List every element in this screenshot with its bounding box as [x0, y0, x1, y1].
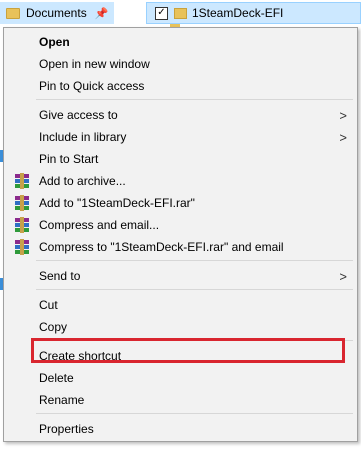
menu-item-add-to-rar[interactable]: Add to "1SteamDeck-EFI.rar" — [6, 192, 355, 214]
menu-item-label: Delete — [39, 371, 74, 385]
nav-item-documents[interactable]: Documents 📌 — [0, 2, 114, 24]
menu-item-label: Send to — [39, 269, 81, 283]
chevron-right-icon: > — [339, 268, 347, 284]
winrar-icon — [15, 173, 29, 189]
context-menu: Open Open in new window Pin to Quick acc… — [3, 27, 358, 442]
delete-highlight-box — [31, 338, 345, 363]
menu-item-label: Properties — [39, 422, 94, 436]
winrar-icon — [15, 239, 29, 255]
folder-icon — [6, 7, 20, 19]
menu-item-label: Cut — [39, 298, 58, 312]
menu-item-include-in-library[interactable]: Include in library > — [6, 126, 355, 148]
menu-item-label: Give access to — [39, 108, 118, 122]
menu-item-label: Pin to Start — [39, 152, 99, 166]
menu-item-add-to-archive[interactable]: Add to archive... — [6, 170, 355, 192]
menu-item-label: Compress and email... — [39, 218, 160, 232]
menu-item-send-to[interactable]: Send to > — [6, 265, 355, 287]
menu-item-label: Add to "1SteamDeck-EFI.rar" — [39, 196, 195, 210]
file-item-label: 1SteamDeck-EFI — [192, 6, 284, 20]
menu-separator — [36, 260, 353, 261]
menu-item-label: Open in new window — [39, 57, 150, 71]
menu-item-compress-and-email[interactable]: Compress and email... — [6, 214, 355, 236]
menu-item-cut[interactable]: Cut — [6, 294, 355, 316]
pin-icon: 📌 — [94, 7, 109, 20]
menu-separator — [36, 99, 353, 100]
menu-item-label: Add to archive... — [39, 174, 126, 188]
menu-item-open[interactable]: Open — [6, 31, 355, 53]
checkbox[interactable]: ✓ — [155, 6, 168, 20]
chevron-right-icon: > — [339, 129, 347, 145]
menu-item-label: Include in library — [39, 130, 127, 144]
menu-item-label: Pin to Quick access — [39, 79, 145, 93]
menu-item-delete[interactable]: Delete — [6, 367, 355, 389]
menu-item-properties[interactable]: Properties — [6, 418, 355, 440]
menu-item-pin-to-start[interactable]: Pin to Start — [6, 148, 355, 170]
menu-item-compress-to-rar-email[interactable]: Compress to "1SteamDeck-EFI.rar" and ema… — [6, 236, 355, 258]
menu-separator — [36, 289, 353, 290]
menu-item-label: Rename — [39, 393, 85, 407]
winrar-icon — [15, 217, 29, 233]
chevron-right-icon: > — [339, 107, 347, 123]
menu-item-rename[interactable]: Rename — [6, 389, 355, 411]
menu-item-open-new-window[interactable]: Open in new window — [6, 53, 355, 75]
menu-item-pin-quick-access[interactable]: Pin to Quick access — [6, 75, 355, 97]
menu-item-give-access-to[interactable]: Give access to > — [6, 104, 355, 126]
menu-separator — [36, 413, 353, 414]
menu-item-copy[interactable]: Copy — [6, 316, 355, 338]
nav-item-label: Documents — [26, 6, 87, 20]
folder-icon — [174, 7, 187, 19]
menu-item-label: Compress to "1SteamDeck-EFI.rar" and ema… — [39, 240, 284, 254]
winrar-icon — [15, 195, 29, 211]
menu-item-label: Open — [39, 35, 70, 49]
file-item-selected[interactable]: ✓ 1SteamDeck-EFI — [146, 2, 361, 24]
menu-item-label: Copy — [39, 320, 68, 334]
